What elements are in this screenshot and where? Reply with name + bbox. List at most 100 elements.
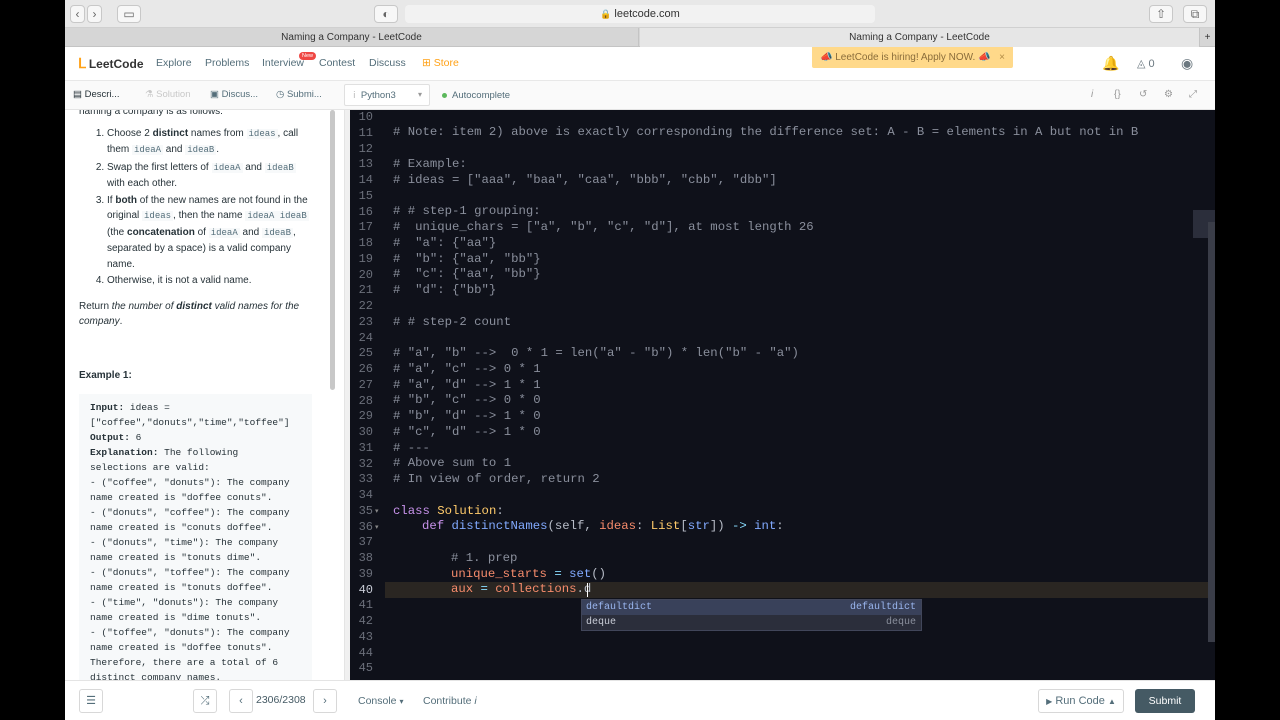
autocomplete-label: defaultdict xyxy=(586,602,653,613)
run-code-button[interactable]: ▶ Run Code ▲ xyxy=(1038,689,1124,713)
code-line-19: # "b": {"aa", "bb"} xyxy=(393,252,541,266)
submit-button[interactable]: Submit xyxy=(1135,689,1195,713)
language-select[interactable]: ⅰ Python3 ▾ xyxy=(344,84,430,106)
nav-explore[interactable]: Explore xyxy=(156,57,192,69)
inline-code: ideaB xyxy=(264,162,296,173)
token-keyword: class xyxy=(393,504,430,518)
line-number: 29 xyxy=(358,409,373,424)
url-bar[interactable]: 🔒 leetcode.com xyxy=(405,5,875,23)
text: Swap the first letters of xyxy=(107,161,212,173)
nav-store[interactable]: ⊞ Store xyxy=(422,57,459,69)
text: names from xyxy=(188,127,247,139)
panel-toolbar: ▤ Descri... ⚗ Solution ▣ Discus... ◷ Sub… xyxy=(65,81,1215,110)
back-button[interactable]: ‹ xyxy=(70,5,85,23)
tab-submissions[interactable]: ◷ Submi... xyxy=(276,89,322,100)
code-line-16: # # step-1 grouping: xyxy=(393,204,541,218)
text: (the xyxy=(107,226,128,238)
flask-icon: ⚗ xyxy=(145,89,154,100)
example-line: - ("coffee", "donuts"): The company xyxy=(90,477,290,488)
settings-icon[interactable]: ⚙ xyxy=(1164,89,1173,100)
autocomplete-toggle[interactable]: Autocomplete xyxy=(442,90,510,101)
tab-label: Descri... xyxy=(84,89,120,100)
autocomplete-item[interactable]: defaultdict defaultdict xyxy=(582,600,921,615)
example-title: Example 1: xyxy=(79,369,132,381)
line-number: 20 xyxy=(358,267,373,282)
close-banner-icon[interactable]: × xyxy=(999,47,1005,68)
fold-toggle-icon[interactable]: ▾ xyxy=(375,507,379,515)
token-punct: : xyxy=(496,504,504,518)
token-function: set xyxy=(569,567,592,581)
nav-interview[interactable]: Interview xyxy=(262,57,304,69)
inline-code: ideas xyxy=(142,211,174,221)
share-icon[interactable]: ⇧ xyxy=(1149,5,1173,23)
sidebar-toggle-icon[interactable]: ▭ xyxy=(117,5,141,23)
description-scrollbar[interactable] xyxy=(330,110,335,390)
code-line-27: # "a", "d" --> 1 * 1 xyxy=(393,378,541,392)
info-icon[interactable]: i xyxy=(1091,89,1093,100)
example-line: name created is "tonuts doffee". xyxy=(90,582,273,593)
console-button[interactable]: Console ▾ xyxy=(358,695,403,707)
lock-icon: 🔒 xyxy=(600,9,612,19)
hiring-banner[interactable]: 📣 LeetCode is hiring! Apply NOW. 📣 × xyxy=(812,47,1013,68)
browser-tab-2[interactable]: Naming a Company - LeetCode xyxy=(640,28,1200,47)
inline-code: ideaA ideaB xyxy=(245,211,309,221)
code-line-17: # unique_chars = ["a", "b", "c", "d"], a… xyxy=(393,220,814,234)
autocomplete-item[interactable]: deque deque xyxy=(582,615,921,630)
token-module: collections xyxy=(495,582,577,596)
code-line-20: # "c": {"aa", "bb"} xyxy=(393,267,541,281)
shield-icon[interactable]: ◐ xyxy=(374,5,398,23)
tab-description[interactable]: ▤ Descri... xyxy=(73,89,119,100)
code-editor[interactable]: 10 11 12 13 14 15 16 17 18 19 20 21 22 23 24 25 26 27 28 29… xyxy=(350,110,1215,680)
code-line-21: # "d": {"bb"} xyxy=(393,283,497,297)
code-line-36: def distinctNames(self, ideas: List[str]… xyxy=(393,519,784,533)
new-tab-icon[interactable]: + xyxy=(1200,28,1215,47)
line-number: 10 xyxy=(358,110,373,124)
example-line: name created is "tonuts dime". xyxy=(90,552,262,563)
editor-scrollbar[interactable] xyxy=(1208,222,1215,642)
language-value: Python3 xyxy=(360,90,396,101)
code-line-18: # "a": {"aa"} xyxy=(393,236,497,250)
url-text: leetcode.com xyxy=(614,8,680,20)
next-problem-button[interactable]: › xyxy=(313,689,337,713)
tab-solution[interactable]: ⚗ Solution xyxy=(145,89,191,100)
example-line: selections are valid: xyxy=(90,462,210,473)
example-line: - ("donuts", "time"): The company xyxy=(90,537,279,548)
forward-button[interactable]: › xyxy=(87,5,102,23)
token-class-name: Solution xyxy=(429,504,497,518)
code-line-35: class Solution: xyxy=(393,504,504,518)
leetcode-page: ‹ › ▭ ◐ 🔒 leetcode.com ⇧ ⧉ Naming a Compa… xyxy=(65,0,1215,720)
shuffle-icon[interactable]: ⤮ xyxy=(193,689,217,713)
fullscreen-icon[interactable]: ⤢ xyxy=(1189,89,1197,100)
line-number: 12 xyxy=(358,141,373,156)
avatar-icon[interactable]: ◉ xyxy=(1181,55,1193,72)
coins[interactable]: ◬ 0 xyxy=(1137,57,1155,70)
token-builtin: str xyxy=(687,519,710,533)
text: with each other. xyxy=(107,178,178,189)
text: Otherwise, it is not a valid name. xyxy=(107,275,252,286)
problem-list-icon[interactable]: ☰ xyxy=(79,689,103,713)
nav-problems[interactable]: Problems xyxy=(205,57,249,69)
token-function: distinctNames xyxy=(444,519,548,533)
bell-icon[interactable]: 🔔 xyxy=(1102,55,1119,72)
prev-problem-button[interactable]: ‹ xyxy=(229,689,253,713)
line-number: 36 xyxy=(358,519,373,534)
text: Choose 2 xyxy=(107,127,153,139)
problem-counter: 2306/2308 xyxy=(256,694,306,706)
reset-icon[interactable]: ↺ xyxy=(1139,89,1147,100)
browser-tab-1[interactable]: Naming a Company - LeetCode xyxy=(65,28,639,47)
token-variable: aux xyxy=(451,582,474,596)
contribute-link[interactable]: Contribute i xyxy=(423,695,477,707)
line-number: 37 xyxy=(358,535,373,550)
tabs-overview-icon[interactable]: ⧉ xyxy=(1183,5,1207,23)
tab-discuss[interactable]: ▣ Discus... xyxy=(210,89,258,100)
line-number: 40 xyxy=(358,582,373,597)
nav-discuss[interactable]: Discuss xyxy=(369,57,406,69)
fold-toggle-icon[interactable]: ▾ xyxy=(375,523,379,531)
token-punct: : xyxy=(636,519,651,533)
line-number: 27 xyxy=(358,377,373,392)
line-number: 16 xyxy=(358,204,373,219)
nav-contest[interactable]: Contest xyxy=(319,57,355,69)
leetcode-logo[interactable]: ᒪ LeetCode xyxy=(78,55,144,72)
braces-icon[interactable]: {} xyxy=(1114,89,1121,100)
inline-code: ideaA xyxy=(132,145,164,155)
